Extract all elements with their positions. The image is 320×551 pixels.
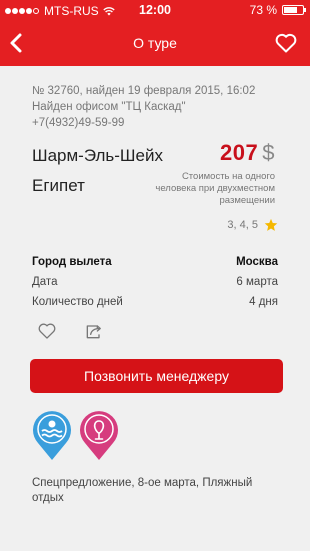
battery-percent: 73 %	[249, 3, 277, 17]
share-icon[interactable]	[84, 321, 104, 341]
heart-icon[interactable]	[274, 31, 298, 55]
tour-description: Спецпредложение, 8-ое марта, Пляжный отд…	[32, 477, 253, 504]
battery-status: 73 %	[249, 3, 306, 17]
detail-row-date: Дата 6 марта	[32, 272, 278, 292]
detail-label: Город вылета	[32, 256, 112, 268]
star-categories: 3, 4, 5	[227, 219, 258, 231]
price-currency: $	[262, 140, 275, 165]
detail-row-days: Количество дней 4 дня	[32, 292, 278, 312]
nav-bar: О туре	[0, 20, 310, 66]
beach-pin-icon[interactable]	[30, 409, 74, 461]
detail-value: 4 дня	[249, 296, 278, 308]
tour-tags	[30, 409, 124, 461]
heart-outline-icon[interactable]	[37, 321, 57, 341]
special-offer-pin-icon[interactable]	[77, 409, 121, 461]
detail-label: Дата	[32, 276, 58, 288]
price-value: 207	[220, 140, 259, 165]
detail-value: Москва	[236, 256, 278, 268]
destination-city: Шарм-Эль-Шейх	[32, 146, 163, 165]
office-phone[interactable]: +7(4932)49-59-99	[32, 115, 255, 131]
status-bar: MTS-RUS 12:00 73 %	[0, 0, 310, 20]
star-icon	[264, 218, 278, 231]
tour-meta: № 32760, найден 19 февраля 2015, 16:02 Н…	[32, 83, 255, 131]
price: 207 $	[220, 140, 275, 166]
tour-actions	[37, 321, 131, 341]
tour-details: Город вылета Москва Дата 6 марта Количес…	[32, 252, 278, 312]
price-note: Стоимость на одного человека при двухмес…	[155, 171, 275, 206]
battery-icon	[282, 5, 306, 15]
call-manager-button[interactable]: Позвонить менеджеру	[30, 359, 283, 393]
found-by-office: Найден офисом "ТЦ Каскад"	[32, 101, 186, 113]
page-title: О туре	[133, 35, 177, 51]
tour-content: № 32760, найден 19 февраля 2015, 16:02 Н…	[0, 66, 310, 551]
detail-value: 6 марта	[236, 276, 278, 288]
tour-number-date: № 32760, найден 19 февраля 2015, 16:02	[32, 85, 256, 97]
detail-label: Количество дней	[32, 296, 123, 308]
detail-row-departure: Город вылета Москва	[32, 252, 278, 272]
hotel-stars: 3, 4, 5	[227, 218, 278, 232]
destination-country: Египет	[32, 176, 85, 195]
